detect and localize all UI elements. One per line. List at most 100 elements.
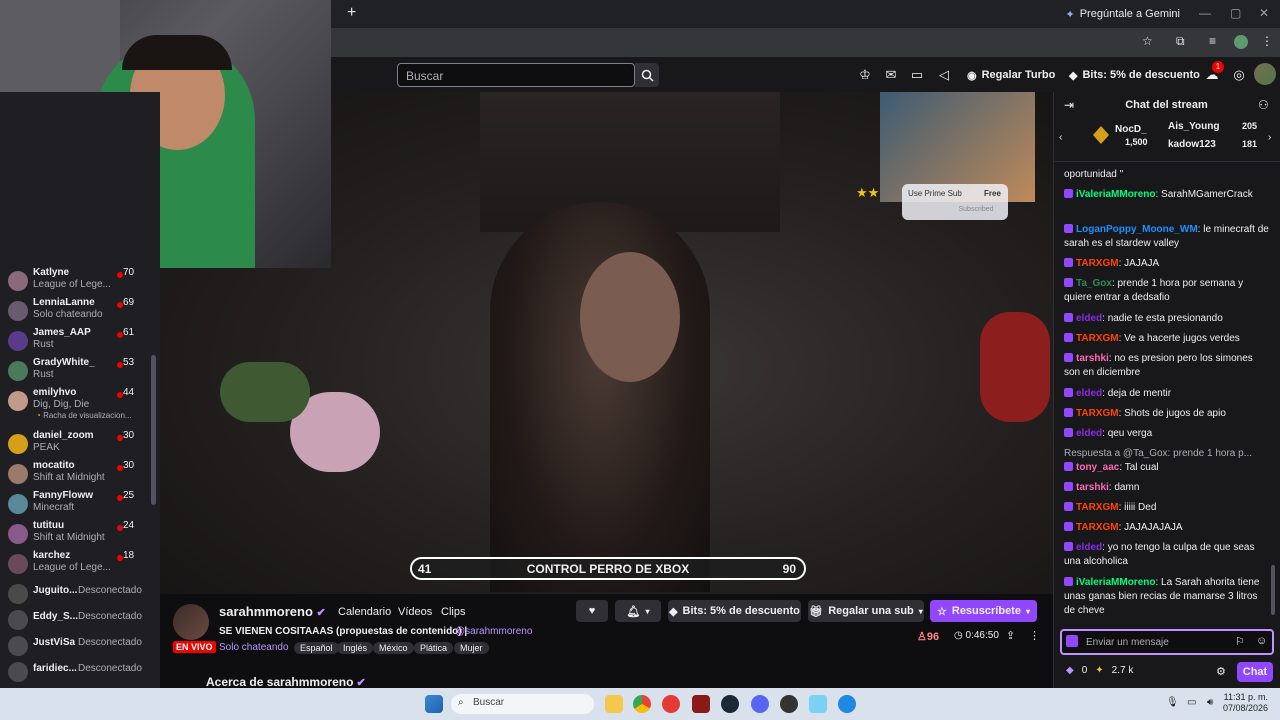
channel-points-icon[interactable]: ✦: [1095, 665, 1103, 676]
sidebar-channel-james-aap[interactable]: James_AAP Rust 61: [0, 327, 158, 357]
chat-username[interactable]: TARXGM: [1076, 333, 1119, 344]
stream-title-handle[interactable]: @sarahmmoreno: [455, 626, 532, 637]
clips-link[interactable]: Clips: [441, 606, 465, 618]
app-icon[interactable]: [838, 695, 856, 713]
notifications-button[interactable]: 🔔︎ ▾: [615, 600, 661, 622]
search-input[interactable]: Buscar: [397, 63, 635, 87]
discord-icon[interactable]: [751, 695, 769, 713]
resubscribe-button[interactable]: ☆ Resuscríbete ▾: [930, 600, 1037, 622]
chat-badge-icon: [1064, 258, 1073, 267]
app-icon[interactable]: [780, 695, 798, 713]
bits-discount-button[interactable]: ◆ Bits: 5% de descuento: [1069, 64, 1200, 86]
chat-identity-icon[interactable]: [1066, 635, 1078, 647]
steam-icon[interactable]: [721, 695, 739, 713]
user-avatar[interactable]: [1254, 63, 1276, 85]
taskbar-search[interactable]: Buscar: [451, 694, 594, 714]
tag-platica[interactable]: Plática: [414, 642, 454, 654]
crown-icon[interactable]: ♔: [857, 67, 873, 83]
sidebar-channel-mocatito[interactable]: mocatito Shift at Midnight 30: [0, 460, 158, 490]
chat-username[interactable]: TARXGM: [1076, 258, 1119, 269]
chat-username[interactable]: elded: [1076, 428, 1102, 439]
bookmark-star-icon[interactable]: ☆: [1142, 34, 1153, 48]
streamer-avatar[interactable]: [173, 604, 209, 640]
tag-espanol[interactable]: Español: [294, 642, 339, 654]
leaderboard-prev-icon[interactable]: ‹: [1059, 132, 1062, 143]
profile-avatar[interactable]: [1234, 35, 1248, 49]
tag-mujer[interactable]: Mujer: [454, 642, 489, 654]
new-tab-button[interactable]: +: [347, 4, 356, 22]
bits-discount-pill[interactable]: ◆ Bits: 5% de descuento: [668, 600, 801, 622]
chrome-icon[interactable]: [633, 695, 651, 713]
chat-username[interactable]: iValeriaMMoreno: [1076, 577, 1155, 588]
minimize-icon[interactable]: —: [1199, 6, 1211, 20]
sidebar-channel-katlyne[interactable]: Katlyne League of Lege... 70: [0, 267, 158, 297]
sidebar-channel-fannyfloww[interactable]: FannyFloww Minecraft 25: [0, 490, 158, 520]
prime-sub-overlay[interactable]: Use Prime Sub Free Subscribed: [902, 184, 1008, 220]
search-button[interactable]: [635, 63, 659, 87]
sidebar-scrollbar[interactable]: [151, 355, 156, 505]
chat-username[interactable]: elded: [1076, 542, 1102, 553]
sidebar-channel-daniel-zoom[interactable]: daniel_zoom PEAK 30: [0, 430, 158, 460]
prime-subscribed-button[interactable]: Subscribed: [948, 204, 1004, 216]
chat-username[interactable]: tarshki: [1076, 482, 1109, 493]
chat-username[interactable]: elded: [1076, 313, 1102, 324]
announcement-icon[interactable]: ◁: [936, 67, 952, 83]
chat-username[interactable]: LoganPoppy_Moone_WM: [1076, 224, 1198, 235]
system-clock[interactable]: 11:31 p. m. 07/08/2026: [1223, 692, 1268, 714]
sidebar-channel-lennialanne[interactable]: LenniaLanne Solo chateando 69: [0, 297, 158, 327]
sidebar-channel-karchez[interactable]: karchez League of Lege... 18: [0, 550, 158, 580]
maximize-icon[interactable]: ▢: [1230, 6, 1241, 20]
cheer-icon[interactable]: ⚐: [1235, 635, 1245, 648]
chat-username[interactable]: Ta_Gox: [1076, 278, 1112, 289]
chat-username[interactable]: tarshki: [1076, 353, 1109, 364]
chat-users-icon[interactable]: ⚇: [1258, 98, 1269, 112]
chat-text: Shots de jugos de apio: [1124, 408, 1226, 419]
tag-mexico[interactable]: México: [373, 642, 414, 654]
chat-username[interactable]: TARXGM: [1076, 408, 1119, 419]
sidebar-channel-gradywhite[interactable]: GradyWhite_ Rust 53: [0, 357, 158, 387]
leaderboard-next-icon[interactable]: ›: [1268, 132, 1271, 143]
share-icon[interactable]: ⇪: [1006, 629, 1015, 642]
chat-scrollbar[interactable]: [1271, 565, 1275, 615]
sidebar-channel-offline-4[interactable]: faridiec... Desconectado: [0, 658, 158, 688]
streamer-name[interactable]: sarahmmoreno ✔: [219, 604, 326, 619]
more-options-icon[interactable]: ⋮: [1029, 629, 1040, 642]
media-player-icon[interactable]: [662, 695, 680, 713]
gemini-button[interactable]: ✦ Pregúntale a Gemini: [1066, 6, 1181, 22]
follow-button[interactable]: ♥: [576, 600, 608, 622]
app-icon[interactable]: [692, 695, 710, 713]
inbox-icon[interactable]: ✉: [883, 67, 899, 83]
windows-start-icon[interactable]: [425, 695, 443, 713]
volume-icon[interactable]: 🔊︎: [1207, 697, 1213, 708]
calendar-link[interactable]: Calendario: [338, 606, 391, 618]
tag-ingles[interactable]: Inglés: [337, 642, 374, 654]
microphone-icon[interactable]: 🎙︎: [1166, 697, 1179, 708]
gift-sub-button[interactable]: 🎁︎ Regalar una sub ▾: [808, 600, 924, 622]
chat-username[interactable]: TARXGM: [1076, 502, 1119, 513]
whispers-icon[interactable]: ▭: [909, 67, 925, 83]
media-icon[interactable]: ≡: [1209, 34, 1216, 48]
chat-username[interactable]: tony_aac: [1076, 462, 1119, 473]
app-icon[interactable]: [809, 695, 827, 713]
emote-icon[interactable]: ☺: [1256, 635, 1267, 647]
channel-game: Rust: [33, 339, 54, 350]
gemini-icon: ✦: [1065, 8, 1075, 21]
sidebar-channel-emilyhvo[interactable]: emilyhvo Dig, Dig, Die ◔ Racha de visual…: [0, 387, 158, 421]
close-icon[interactable]: ✕: [1259, 6, 1269, 20]
stream-category[interactable]: Solo chateando: [219, 642, 289, 653]
browser-menu-icon[interactable]: ⋮: [1261, 34, 1273, 48]
network-icon[interactable]: ▭: [1187, 697, 1196, 708]
chat-username[interactable]: iValeriaMMoreno: [1076, 189, 1155, 200]
chat-settings-icon[interactable]: ⚙: [1216, 665, 1226, 678]
chat-send-button[interactable]: Chat: [1237, 662, 1273, 682]
channel-name: Eddy_S...: [33, 611, 78, 622]
chat-username[interactable]: elded: [1076, 388, 1102, 399]
chat-username[interactable]: TARXGM: [1076, 522, 1119, 533]
chevron-down-icon: ▾: [918, 606, 923, 616]
file-explorer-icon[interactable]: [605, 695, 623, 713]
extensions-icon[interactable]: ⧉: [1176, 34, 1185, 49]
videos-link[interactable]: Vídeos: [398, 606, 432, 618]
prime-icon[interactable]: ◎: [1231, 67, 1247, 83]
gift-turbo-button[interactable]: ◉ Regalar Turbo: [967, 64, 1055, 86]
sidebar-channel-tutituu[interactable]: tutituu Shift at Midnight 24: [0, 520, 158, 550]
